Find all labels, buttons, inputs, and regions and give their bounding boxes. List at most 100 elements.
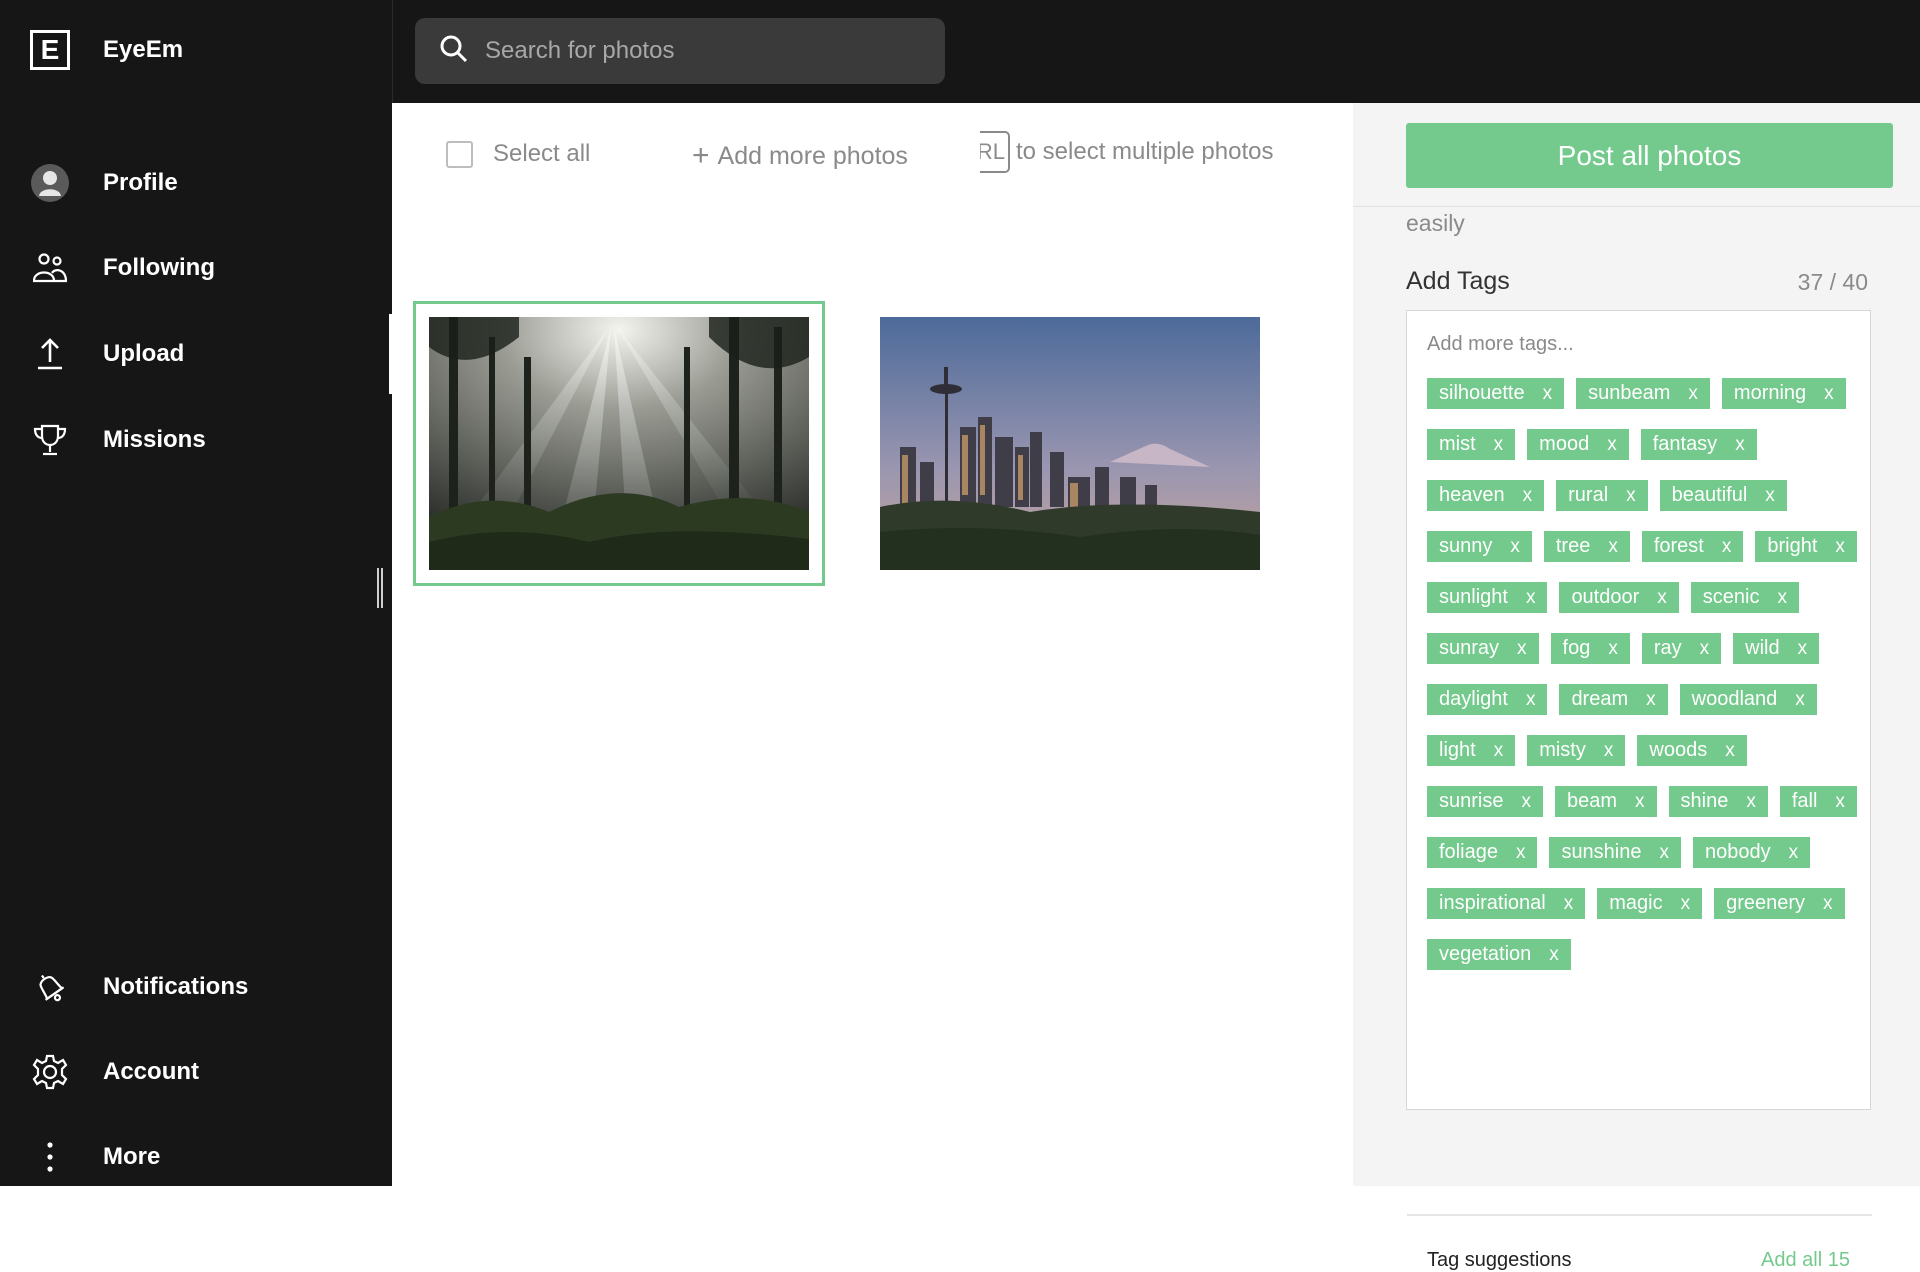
remove-tag-button[interactable]: x <box>1521 791 1531 813</box>
remove-tag-button[interactable]: x <box>1700 638 1710 660</box>
photo-thumbnail-seattle[interactable] <box>880 317 1260 570</box>
remove-tag-button[interactable]: x <box>1735 434 1745 456</box>
tag-chip: wild x <box>1733 633 1820 664</box>
sidebar-item-label: Profile <box>103 169 178 196</box>
search-bar[interactable] <box>415 18 945 84</box>
remove-tag-button[interactable]: x <box>1789 842 1799 864</box>
tag-chip: beautiful x <box>1659 480 1787 511</box>
remove-tag-button[interactable]: x <box>1510 536 1520 558</box>
remove-tag-button[interactable]: x <box>1722 536 1732 558</box>
sidebar-item-label: Upload <box>103 340 185 367</box>
remove-tag-button[interactable]: x <box>1516 842 1526 864</box>
remove-tag-button[interactable]: x <box>1526 587 1536 609</box>
tag-chip: woods x <box>1637 735 1747 766</box>
bell-icon <box>30 967 70 1007</box>
tag-label: shine <box>1680 790 1729 812</box>
tag-label: sunrise <box>1439 790 1504 812</box>
description-text[interactable]: easily <box>1406 210 1465 237</box>
add-tags-input[interactable] <box>1427 333 1847 356</box>
tag-chip: daylight x <box>1427 684 1548 715</box>
tag-label: forest <box>1653 535 1704 557</box>
post-all-photos-button[interactable]: Post all photos <box>1406 123 1893 188</box>
sidebar-item-more[interactable]: More <box>30 1137 160 1177</box>
tag-label: light <box>1439 739 1476 761</box>
tag-chip: fog x <box>1550 633 1630 664</box>
remove-tag-button[interactable]: x <box>1660 842 1670 864</box>
multi-select-hint-text: to select multiple photos <box>1016 138 1274 165</box>
remove-tag-button[interactable]: x <box>1604 740 1614 762</box>
tag-label: greenery <box>1726 892 1806 914</box>
remove-tag-button[interactable]: x <box>1564 893 1574 915</box>
remove-tag-button[interactable]: x <box>1824 383 1834 405</box>
add-all-suggestions-link[interactable]: Add all 15 <box>1761 1249 1850 1272</box>
tags-box: silhouettexsunbeamxmorningxmistxmoodxfan… <box>1406 310 1872 1271</box>
photo-thumbnail-forest[interactable] <box>429 317 809 570</box>
multi-select-hint: RL to select multiple photos <box>980 131 1273 173</box>
remove-tag-button[interactable]: x <box>1823 893 1833 915</box>
eyeem-logo-icon: E <box>30 30 70 70</box>
select-all-checkbox[interactable] <box>446 140 473 168</box>
tag-label: mood <box>1539 433 1590 455</box>
brand[interactable]: E EyeEm <box>30 30 183 70</box>
tag-label: nobody <box>1705 841 1771 863</box>
remove-tag-button[interactable]: x <box>1725 740 1735 762</box>
add-more-photos-button[interactable]: + Add more photos <box>692 139 908 173</box>
tag-chip: sunlight x <box>1427 582 1548 613</box>
remove-tag-button[interactable]: x <box>1795 689 1805 711</box>
tag-label: bright <box>1767 535 1818 557</box>
remove-tag-button[interactable]: x <box>1494 434 1504 456</box>
remove-tag-button[interactable]: x <box>1517 638 1527 660</box>
tags-counter: 37 / 40 <box>1797 269 1868 295</box>
add-tags-heading: Add Tags <box>1406 267 1510 295</box>
remove-tag-button[interactable]: x <box>1526 689 1536 711</box>
tag-label: beautiful <box>1671 484 1748 506</box>
search-input[interactable] <box>485 37 925 65</box>
remove-tag-button[interactable]: x <box>1607 434 1617 456</box>
select-all-control[interactable]: Select all <box>446 140 590 168</box>
tag-label: ray <box>1653 637 1682 659</box>
remove-tag-button[interactable]: x <box>1635 791 1645 813</box>
sidebar-item-missions[interactable]: Missions <box>30 420 206 460</box>
upload-icon <box>30 334 70 374</box>
tag-chip: silhouette x <box>1427 378 1565 409</box>
tag-chip: beam x <box>1554 786 1657 817</box>
resize-handle[interactable] <box>377 568 383 608</box>
sidebar-item-profile[interactable]: Profile <box>30 163 178 203</box>
people-icon <box>30 248 70 288</box>
sidebar-item-upload[interactable]: Upload <box>30 334 184 374</box>
sidebar-item-account[interactable]: Account <box>30 1052 199 1092</box>
tag-label: foliage <box>1439 841 1498 863</box>
tag-chip: outdoor x <box>1559 582 1679 613</box>
remove-tag-button[interactable]: x <box>1688 383 1698 405</box>
select-all-label: Select all <box>493 140 591 167</box>
tag-chip: foliage x <box>1427 837 1538 868</box>
remove-tag-button[interactable]: x <box>1765 485 1775 507</box>
remove-tag-button[interactable]: x <box>1746 791 1756 813</box>
remove-tag-button[interactable]: x <box>1657 587 1667 609</box>
remove-tag-button[interactable]: x <box>1626 485 1636 507</box>
tag-chip: dream x <box>1559 684 1668 715</box>
remove-tag-button[interactable]: x <box>1608 638 1618 660</box>
plus-icon: + <box>692 139 710 172</box>
remove-tag-button[interactable]: x <box>1798 638 1808 660</box>
sidebar-item-following[interactable]: Following <box>30 248 215 288</box>
remove-tag-button[interactable]: x <box>1777 587 1787 609</box>
tag-label: silhouette <box>1439 382 1525 404</box>
remove-tag-button[interactable]: x <box>1543 383 1553 405</box>
tag-chip: sunbeam x <box>1576 378 1710 409</box>
tag-label: misty <box>1539 739 1586 761</box>
remove-tag-button[interactable]: x <box>1523 485 1533 507</box>
remove-tag-button[interactable]: x <box>1494 740 1504 762</box>
tag-label: sunray <box>1439 637 1500 659</box>
remove-tag-button[interactable]: x <box>1835 791 1845 813</box>
tag-chip: fantasy x <box>1640 429 1757 460</box>
avatar-icon <box>30 163 70 203</box>
tag-chip: sunray x <box>1427 633 1539 664</box>
remove-tag-button[interactable]: x <box>1608 536 1618 558</box>
remove-tag-button[interactable]: x <box>1549 944 1559 966</box>
remove-tag-button[interactable]: x <box>1681 893 1691 915</box>
remove-tag-button[interactable]: x <box>1835 536 1845 558</box>
sidebar-item-notifications[interactable]: Notifications <box>30 967 248 1007</box>
tag-chip: ray x <box>1641 633 1722 664</box>
remove-tag-button[interactable]: x <box>1646 689 1656 711</box>
